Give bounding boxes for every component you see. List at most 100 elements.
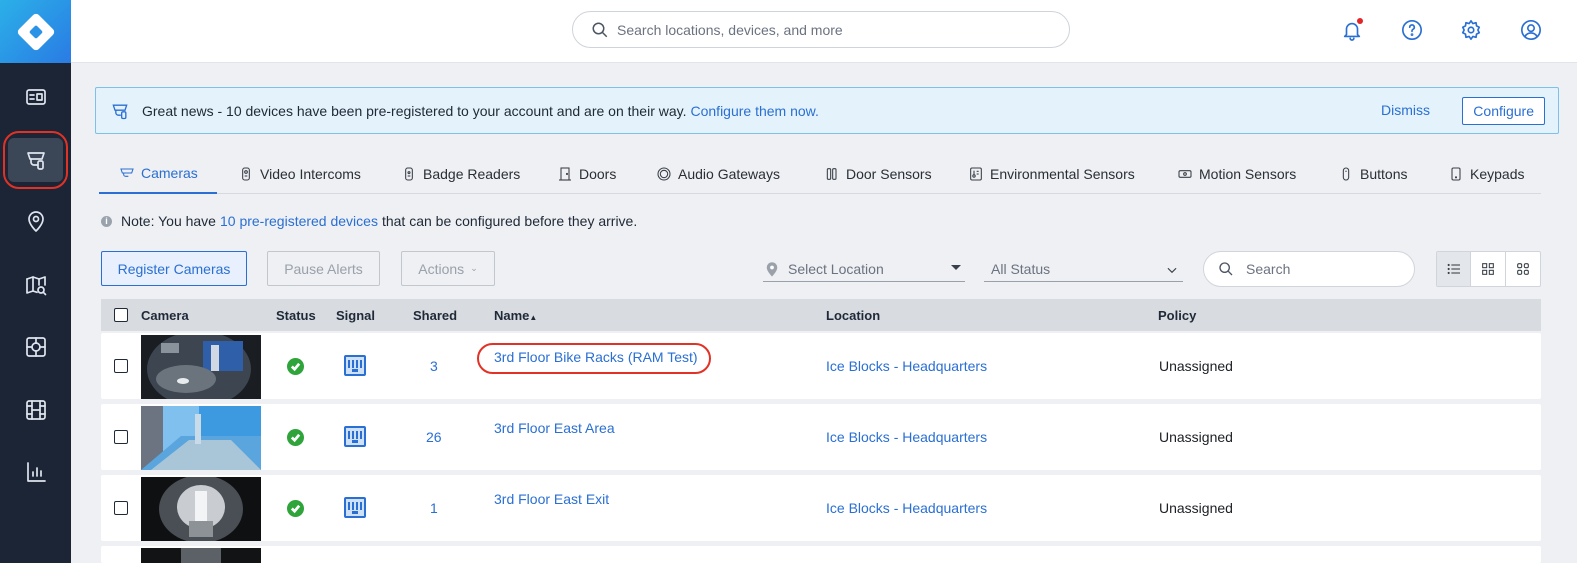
header-name[interactable]: Name▲ xyxy=(494,308,537,323)
caret-down-icon xyxy=(951,265,961,270)
film-icon xyxy=(25,400,46,420)
policy-value: Unassigned xyxy=(1159,500,1233,516)
tab-label: Buttons xyxy=(1360,166,1408,182)
table-row[interactable] xyxy=(101,546,1541,563)
tile-view-button[interactable] xyxy=(1506,252,1540,286)
table-row[interactable]: 3 3rd Floor Bike Racks (RAM Test) Ice Bl… xyxy=(101,333,1541,399)
floorplan-icon xyxy=(25,337,46,357)
pause-alerts-button[interactable]: Pause Alerts xyxy=(267,251,380,286)
list-view-button[interactable] xyxy=(1437,252,1472,286)
status-online-icon xyxy=(287,429,304,446)
tab-label: Video Intercoms xyxy=(260,166,361,182)
camera-snapshot-image xyxy=(141,335,261,399)
pre-registered-banner: Great news - 10 devices have been pre-re… xyxy=(95,87,1559,134)
table-search[interactable]: Search xyxy=(1203,251,1415,287)
tile-grid-icon xyxy=(1516,263,1529,275)
keypad-icon xyxy=(1451,167,1461,181)
nav-analytics[interactable] xyxy=(0,447,71,497)
shared-count[interactable]: 26 xyxy=(426,429,442,445)
global-search[interactable] xyxy=(572,11,1070,48)
camera-name-link[interactable]: 3rd Floor East Area xyxy=(494,420,615,436)
audio-gateway-icon xyxy=(657,167,671,181)
nav-recordings[interactable] xyxy=(0,385,71,435)
actions-button[interactable]: Actions ⌄ xyxy=(401,251,495,286)
dismiss-link[interactable]: Dismiss xyxy=(1381,102,1430,118)
location-select[interactable]: Select Location xyxy=(763,256,965,282)
nav-floorplan[interactable] xyxy=(0,322,71,372)
configure-button[interactable]: Configure xyxy=(1462,97,1545,125)
notifications-button[interactable] xyxy=(1339,17,1365,43)
app-logo[interactable] xyxy=(0,0,71,63)
location-link[interactable]: Ice Blocks - Headquarters xyxy=(826,358,987,374)
logo-mark xyxy=(15,11,56,52)
tab-keypads[interactable]: Keypads xyxy=(1448,154,1524,194)
select-all-checkbox[interactable] xyxy=(114,308,128,322)
pre-registered-devices-link[interactable]: 10 pre-registered devices xyxy=(220,213,378,229)
camera-name-link[interactable]: 3rd Floor Bike Racks (RAM Test) xyxy=(494,349,698,365)
nav-dashboard[interactable] xyxy=(0,72,71,122)
chevron-down-icon: ⌄ xyxy=(470,263,478,273)
nav-map[interactable] xyxy=(0,260,71,310)
nav-devices[interactable] xyxy=(0,135,71,185)
camera-device-icon xyxy=(112,104,128,119)
location-pin-icon xyxy=(27,211,44,232)
row-checkbox[interactable] xyxy=(114,501,128,515)
location-link[interactable]: Ice Blocks - Headquarters xyxy=(826,429,987,445)
location-placeholder: Select Location xyxy=(788,260,884,277)
header-shared[interactable]: Shared xyxy=(413,308,457,323)
notification-dot xyxy=(1357,18,1363,24)
nav-locations[interactable] xyxy=(0,197,71,247)
location-link[interactable]: Ice Blocks - Headquarters xyxy=(826,500,987,516)
ethernet-signal-icon xyxy=(344,497,366,518)
header-signal[interactable]: Signal xyxy=(336,308,375,323)
tab-label: Cameras xyxy=(141,165,198,181)
help-icon xyxy=(1402,20,1422,40)
account-button[interactable] xyxy=(1518,17,1544,43)
tab-label: Badge Readers xyxy=(423,166,521,182)
table-header: Camera Status Signal Shared Name▲ Locati… xyxy=(101,299,1541,331)
shared-count[interactable]: 1 xyxy=(430,500,438,516)
header-policy[interactable]: Policy xyxy=(1158,308,1196,323)
analytics-chart-icon xyxy=(26,462,46,482)
camera-thumbnail[interactable] xyxy=(141,477,261,541)
header-status[interactable]: Status xyxy=(276,308,316,323)
row-checkbox[interactable] xyxy=(114,359,128,373)
configure-them-link[interactable]: Configure them now. xyxy=(691,103,819,119)
tab-motion-sensors[interactable]: Motion Sensors xyxy=(1177,154,1296,194)
tab-doors[interactable]: Doors xyxy=(557,154,616,194)
shared-count[interactable]: 3 xyxy=(430,358,438,374)
table-row[interactable]: 1 3rd Floor East Exit Ice Blocks - Headq… xyxy=(101,475,1541,541)
status-value: All Status xyxy=(991,260,1051,277)
search-icon xyxy=(592,22,608,37)
door-icon xyxy=(559,167,571,181)
status-select[interactable]: All Status xyxy=(984,256,1183,282)
tab-badge-readers[interactable]: Badge Readers xyxy=(401,154,520,194)
status-online-icon xyxy=(287,500,304,517)
camera-name-link[interactable]: 3rd Floor East Exit xyxy=(494,491,609,507)
ethernet-signal-icon xyxy=(344,355,366,376)
grid-view-button[interactable] xyxy=(1471,252,1506,286)
grid-icon xyxy=(1482,263,1494,275)
tab-cameras[interactable]: Cameras xyxy=(99,154,217,194)
camera-thumbnail[interactable] xyxy=(141,406,261,470)
button-device-icon xyxy=(1342,167,1350,181)
camera-thumbnail[interactable] xyxy=(141,548,261,563)
tab-video-intercoms[interactable]: Video Intercoms xyxy=(238,154,361,194)
badge-reader-icon xyxy=(405,167,413,181)
tab-environmental-sensors[interactable]: Environmental Sensors xyxy=(968,154,1135,194)
tab-door-sensors[interactable]: Door Sensors xyxy=(824,154,932,194)
register-cameras-button[interactable]: Register Cameras xyxy=(101,251,247,286)
device-tabs: Cameras Video Intercoms Badge Readers Do… xyxy=(99,154,1541,194)
tab-buttons[interactable]: Buttons xyxy=(1338,154,1407,194)
gear-icon xyxy=(1461,20,1481,40)
table-row[interactable]: 26 3rd Floor East Area Ice Blocks - Head… xyxy=(101,404,1541,470)
global-search-input[interactable] xyxy=(617,21,1037,38)
top-header xyxy=(71,0,1577,63)
camera-icon xyxy=(120,168,134,177)
camera-thumbnail[interactable] xyxy=(141,335,261,399)
header-location[interactable]: Location xyxy=(826,308,880,323)
tab-audio-gateways[interactable]: Audio Gateways xyxy=(656,154,780,194)
row-checkbox[interactable] xyxy=(114,430,128,444)
help-button[interactable] xyxy=(1399,17,1425,43)
settings-button[interactable] xyxy=(1458,17,1484,43)
